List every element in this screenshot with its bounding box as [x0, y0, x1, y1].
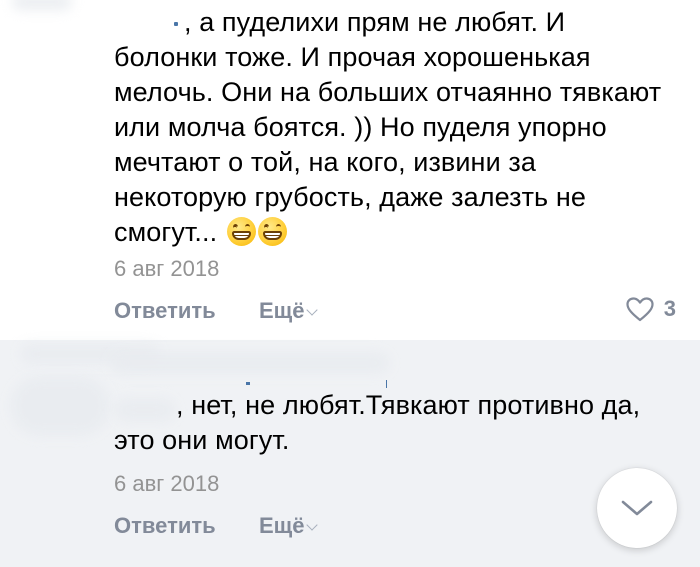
reply-button[interactable]: Ответить: [114, 513, 216, 539]
mention-mark: [386, 380, 389, 388]
comment-line: мелочь. Они на больших отчаянно тявкают: [114, 77, 662, 107]
comment: , а пуделихи прям не любят. И болонки то…: [0, 0, 700, 340]
comment-line: некоторую грубость, даже залезть не: [114, 182, 586, 212]
comment-line: , а пуделихи прям не любят. И: [184, 7, 566, 37]
comment-line: или молча боятся. )) Но пуделя упорно: [114, 112, 607, 142]
more-label: Ещё: [259, 298, 305, 323]
like-count: 3: [663, 296, 676, 321]
comment-line: болонки тоже. И прочая хорошенькая: [114, 42, 591, 72]
comment-date: 6 авг 2018: [114, 256, 220, 281]
comment-line: , нет, не любят.Тявкают противно да,: [176, 390, 641, 420]
comment-date: 6 авг 2018: [114, 471, 220, 496]
more-button[interactable]: Ещё: [259, 513, 319, 539]
comment-text: , а пуделихи прям не любят. И болонки то…: [114, 5, 680, 250]
heart-outline-icon: [626, 296, 654, 321]
grinning-face-icon: [226, 217, 256, 246]
comment: , нет, не любят.Тявкают противно да, это…: [0, 340, 700, 567]
chevron-down-icon: [621, 500, 653, 516]
like-button[interactable]: 3: [626, 296, 676, 322]
more-label: Ещё: [259, 513, 305, 538]
reply-button[interactable]: Ответить: [114, 298, 216, 324]
mention-dot: [246, 382, 250, 385]
comment-line: это они могут.: [114, 425, 290, 455]
comment-line: смогут...: [114, 217, 218, 247]
redacted-name: [110, 352, 390, 374]
redacted-avatar: [10, 376, 110, 436]
redacted-name: [12, 0, 72, 10]
comment-actions: Ответить Ещё 3: [114, 296, 700, 328]
chevron-down-icon: [306, 519, 319, 531]
more-button[interactable]: Ещё: [259, 298, 319, 324]
comment-line: мечтают о той, на кого, извини за: [114, 147, 536, 177]
mention-dot: [174, 21, 178, 26]
chevron-down-icon: [306, 304, 319, 316]
scroll-down-button[interactable]: [597, 468, 677, 548]
comment-text: , нет, не любят.Тявкают противно да, это…: [114, 388, 680, 458]
grinning-face-icon: [257, 217, 287, 246]
